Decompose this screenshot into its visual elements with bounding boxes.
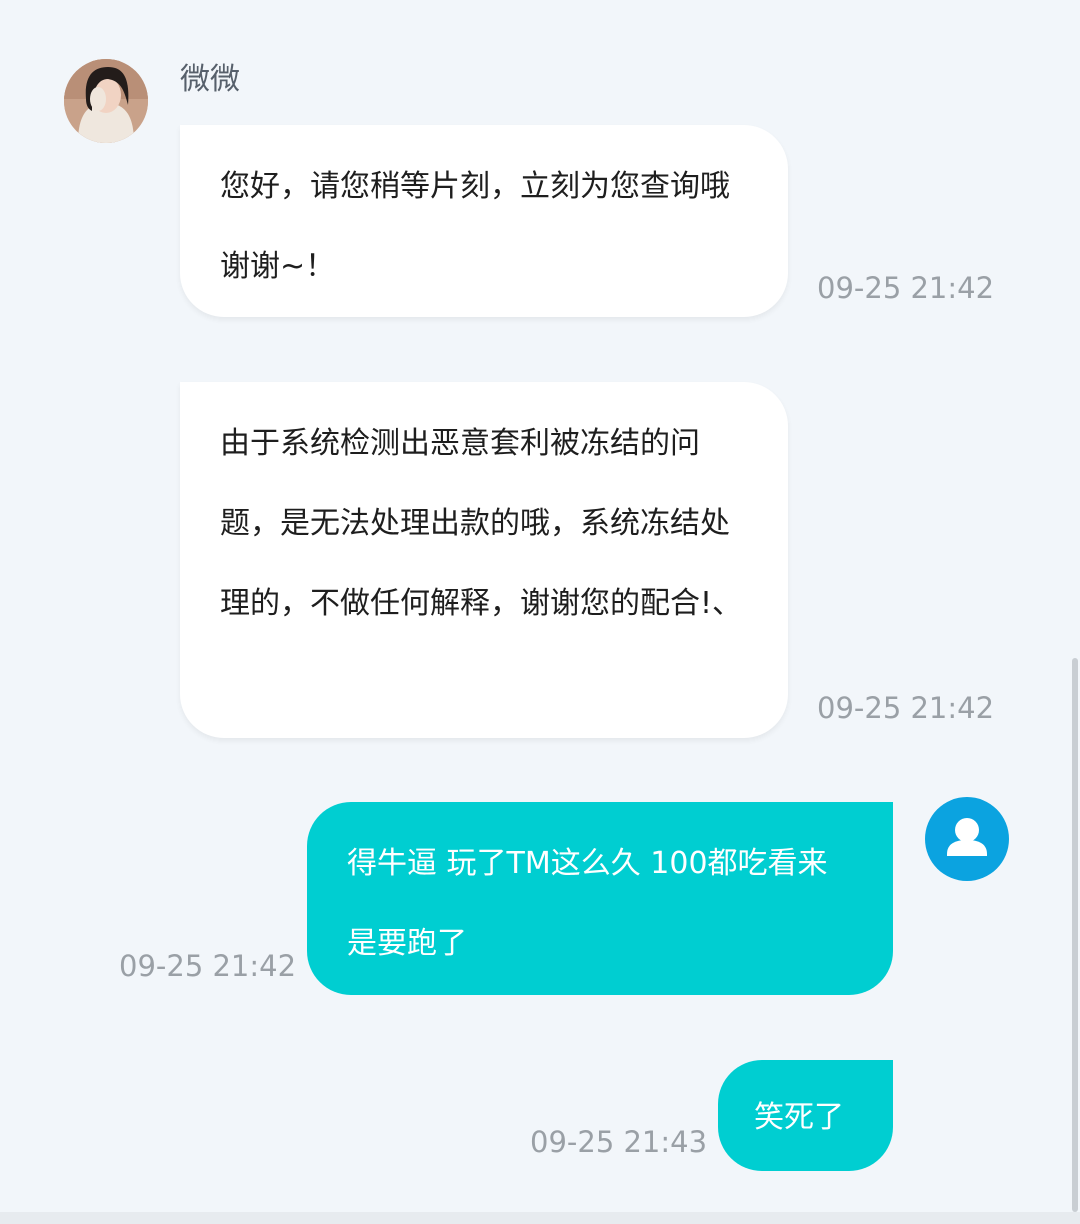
incoming-message-bubble[interactable]: 您好，请您稍等片刻，立刻为您查询哦谢谢~！	[180, 125, 788, 317]
user-avatar[interactable]	[925, 797, 1009, 881]
incoming-message-bubble[interactable]: 由于系统检测出恶意套利被冻结的问题，是无法处理出款的哦，系统冻结处理的，不做任何…	[180, 382, 788, 738]
outgoing-message-bubble[interactable]: 得牛逼 玩了TM这么久 100都吃看来是要跑了	[307, 802, 893, 995]
message-timestamp: 09-25 21:43	[530, 1125, 708, 1159]
user-silhouette-icon	[947, 818, 987, 856]
agent-name: 微微	[180, 62, 240, 97]
bottom-divider	[0, 1212, 1080, 1224]
message-timestamp: 09-25 21:42	[119, 949, 297, 983]
message-timestamp: 09-25 21:42	[817, 271, 995, 305]
agent-avatar[interactable]	[64, 59, 148, 143]
outgoing-message-bubble[interactable]: 笑死了	[718, 1060, 893, 1171]
chat-panel[interactable]: 微微 您好，请您稍等片刻，立刻为您查询哦谢谢~！ 09-25 21:42 由于系…	[0, 0, 1080, 1212]
agent-photo-icon	[64, 59, 148, 143]
scrollbar-thumb[interactable]	[1072, 658, 1078, 1212]
message-timestamp: 09-25 21:42	[817, 691, 995, 725]
